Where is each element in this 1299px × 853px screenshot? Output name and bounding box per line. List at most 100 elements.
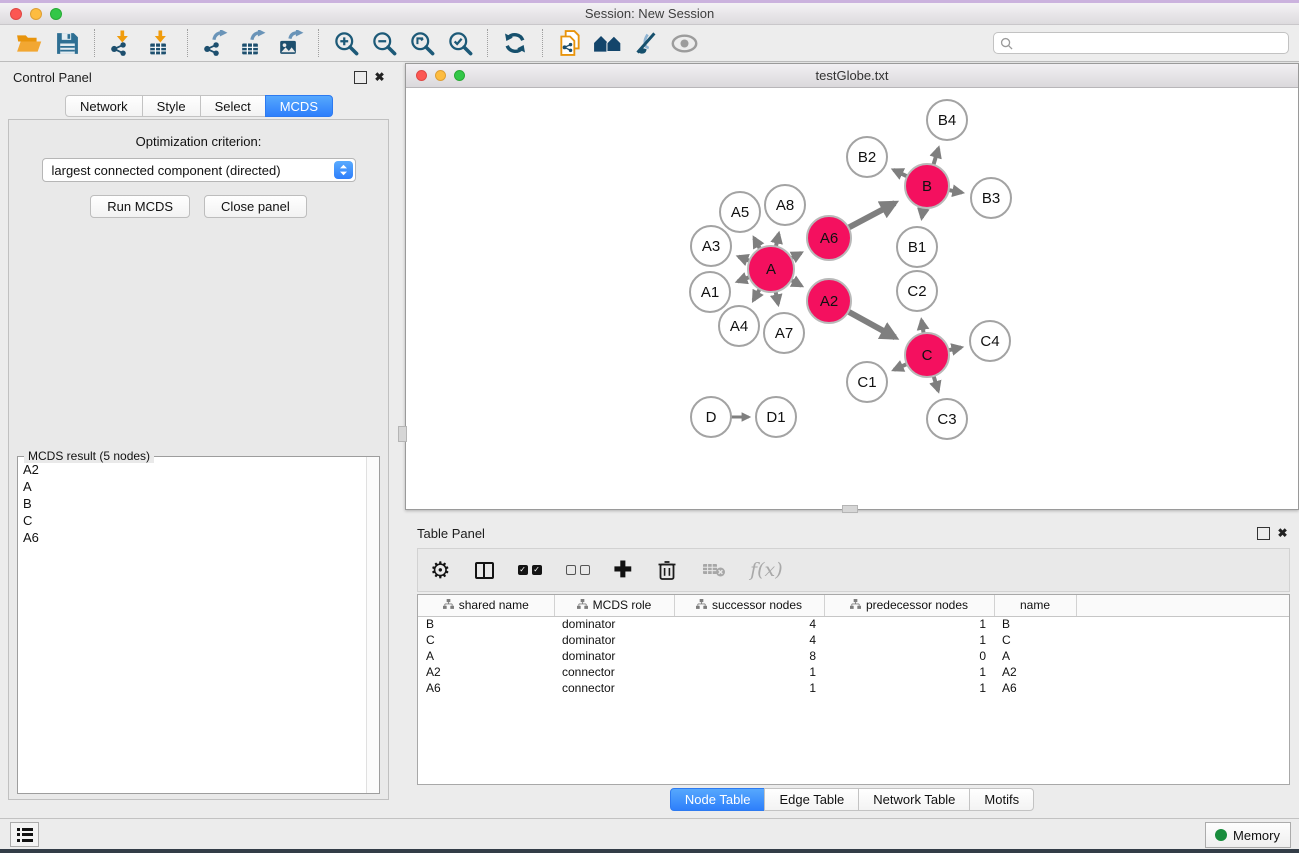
mcds-result-item[interactable]: A6 bbox=[19, 529, 365, 546]
show-hide-eye-button[interactable] bbox=[668, 27, 700, 59]
column-tree-icon bbox=[696, 599, 707, 610]
network-view-window: testGlobe.txt AA1A2A3A4A5A6A7A8BB1B2B3B4… bbox=[405, 63, 1299, 510]
zoom-fit-icon bbox=[409, 30, 436, 57]
mcds-result-item[interactable]: A2 bbox=[19, 461, 365, 478]
checked-box-icon: ✓ bbox=[518, 565, 528, 575]
zoom-fit-button[interactable] bbox=[406, 27, 438, 59]
mcds-result-item[interactable]: B bbox=[19, 495, 365, 512]
column-header-MCDS-role[interactable]: MCDS role bbox=[554, 595, 674, 616]
tab-node-table[interactable]: Node Table bbox=[670, 788, 766, 811]
table-row[interactable]: Adominator80A bbox=[418, 648, 1289, 664]
table-row[interactable]: A6connector11A6 bbox=[418, 680, 1289, 696]
vertical-split-handle[interactable] bbox=[842, 505, 858, 513]
column-header-label: MCDS role bbox=[593, 598, 652, 612]
delete-table-button[interactable] bbox=[702, 555, 726, 585]
table-row[interactable]: A2connector11A2 bbox=[418, 664, 1289, 680]
import-network-button[interactable] bbox=[106, 27, 138, 59]
control-panel-close-button[interactable]: ✖ bbox=[373, 71, 386, 84]
copy-network-button[interactable] bbox=[554, 27, 586, 59]
tab-network-table[interactable]: Network Table bbox=[858, 788, 970, 811]
mcds-result-scrollbar[interactable] bbox=[366, 457, 379, 793]
toggle-graphics-details-button[interactable] bbox=[630, 27, 662, 59]
cell-filler bbox=[1076, 664, 1289, 680]
export-network-button[interactable] bbox=[199, 27, 231, 59]
table-panel: Table Panel ✖ ⚙ ✓✓ ✚ bbox=[405, 520, 1299, 817]
tab-mcds[interactable]: MCDS bbox=[265, 95, 333, 117]
session-title: Session: New Session bbox=[0, 6, 1299, 21]
zoom-in-button[interactable] bbox=[330, 27, 362, 59]
tab-edge-table[interactable]: Edge Table bbox=[764, 788, 859, 811]
show-columns-button[interactable] bbox=[475, 555, 494, 585]
refresh-layout-button[interactable] bbox=[499, 27, 531, 59]
network-window-titlebar[interactable]: testGlobe.txt bbox=[406, 64, 1298, 88]
network-canvas[interactable]: AA1A2A3A4A5A6A7A8BB1B2B3B4CC1C2C3C4DD1 bbox=[406, 88, 1298, 509]
deselect-all-rows-button[interactable] bbox=[566, 555, 590, 585]
delete-column-button[interactable] bbox=[656, 555, 678, 585]
graph-node-label-A4: A4 bbox=[730, 318, 748, 335]
tab-style[interactable]: Style bbox=[142, 95, 201, 117]
zoom-selected-button[interactable] bbox=[444, 27, 476, 59]
table-row[interactable]: Bdominator41B bbox=[418, 616, 1289, 632]
tab-motifs[interactable]: Motifs bbox=[969, 788, 1034, 811]
tab-network[interactable]: Network bbox=[65, 95, 143, 117]
toolbar-separator bbox=[187, 29, 188, 57]
graph-node-label-A3: A3 bbox=[702, 238, 720, 255]
graph-node-label-A7: A7 bbox=[775, 325, 793, 342]
memory-button[interactable]: Memory bbox=[1205, 822, 1291, 848]
mcds-result-item[interactable]: C bbox=[19, 512, 365, 529]
graph-node-label-B2: B2 bbox=[858, 149, 876, 166]
show-all-networks-button[interactable] bbox=[592, 27, 624, 59]
cell-successor-nodes: 1 bbox=[674, 680, 824, 696]
export-image-button[interactable] bbox=[275, 27, 307, 59]
export-table-button[interactable] bbox=[237, 27, 269, 59]
table-row[interactable]: Cdominator41C bbox=[418, 632, 1289, 648]
table-header-row[interactable]: shared name MCDS role successor nodesprede… bbox=[418, 595, 1289, 616]
horizontal-split-handle[interactable] bbox=[398, 426, 407, 442]
graph-node-label-D: D bbox=[706, 409, 717, 426]
save-session-button[interactable] bbox=[51, 27, 83, 59]
mcds-result-item[interactable]: A bbox=[19, 478, 365, 495]
refresh-icon bbox=[502, 30, 528, 56]
column-header-name[interactable]: name bbox=[994, 595, 1076, 616]
column-header-successor-nodes[interactable]: successor nodes bbox=[674, 595, 824, 616]
table-panel-close-button[interactable]: ✖ bbox=[1276, 527, 1289, 540]
cell-successor-nodes: 4 bbox=[674, 632, 824, 648]
run-mcds-button[interactable]: Run MCDS bbox=[90, 195, 190, 218]
tab-select[interactable]: Select bbox=[200, 95, 266, 117]
cell-shared-name: B bbox=[418, 616, 554, 632]
application-window: Session: New Session bbox=[0, 0, 1299, 853]
cell-predecessor-nodes: 1 bbox=[824, 632, 994, 648]
cell-shared-name: A bbox=[418, 648, 554, 664]
open-session-button[interactable] bbox=[13, 27, 45, 59]
cell-filler bbox=[1076, 632, 1289, 648]
graph-edge-A2-C[interactable] bbox=[847, 311, 896, 338]
trash-icon bbox=[656, 558, 678, 582]
mcds-result-box: MCDS result (5 nodes) A2ABCA6 bbox=[17, 456, 380, 794]
memory-label: Memory bbox=[1233, 828, 1280, 843]
control-panel-float-button[interactable] bbox=[354, 71, 367, 84]
table-panel-float-button[interactable] bbox=[1257, 527, 1270, 540]
toolbar-search-field[interactable] bbox=[993, 32, 1289, 54]
toolbar-separator bbox=[487, 29, 488, 57]
graph-node-label-C3: C3 bbox=[937, 411, 956, 428]
cell-MCDS-role: dominator bbox=[554, 632, 674, 648]
cell-predecessor-nodes: 1 bbox=[824, 680, 994, 696]
zoom-out-button[interactable] bbox=[368, 27, 400, 59]
task-history-button[interactable] bbox=[10, 822, 39, 847]
create-column-button[interactable]: ✚ bbox=[614, 555, 632, 585]
graph-node-label-C2: C2 bbox=[907, 283, 926, 300]
select-all-rows-button[interactable]: ✓✓ bbox=[518, 555, 542, 585]
criterion-dropdown[interactable]: largest connected component (directed) bbox=[42, 158, 356, 182]
unchecked-box-icon bbox=[566, 565, 576, 575]
cell-name: B bbox=[994, 616, 1076, 632]
search-input[interactable] bbox=[1013, 36, 1282, 50]
close-panel-button[interactable]: Close panel bbox=[204, 195, 307, 218]
import-table-button[interactable] bbox=[144, 27, 176, 59]
graph-edge-A6-B[interactable] bbox=[847, 203, 895, 229]
column-header-shared-name[interactable]: shared name bbox=[418, 595, 554, 616]
table-settings-button[interactable]: ⚙ bbox=[430, 555, 451, 585]
column-header-predecessor-nodes[interactable]: predecessor nodes bbox=[824, 595, 994, 616]
main-titlebar: Session: New Session bbox=[0, 3, 1299, 25]
column-header-label: name bbox=[1020, 598, 1050, 612]
function-builder-button[interactable]: f(x) bbox=[750, 555, 783, 585]
